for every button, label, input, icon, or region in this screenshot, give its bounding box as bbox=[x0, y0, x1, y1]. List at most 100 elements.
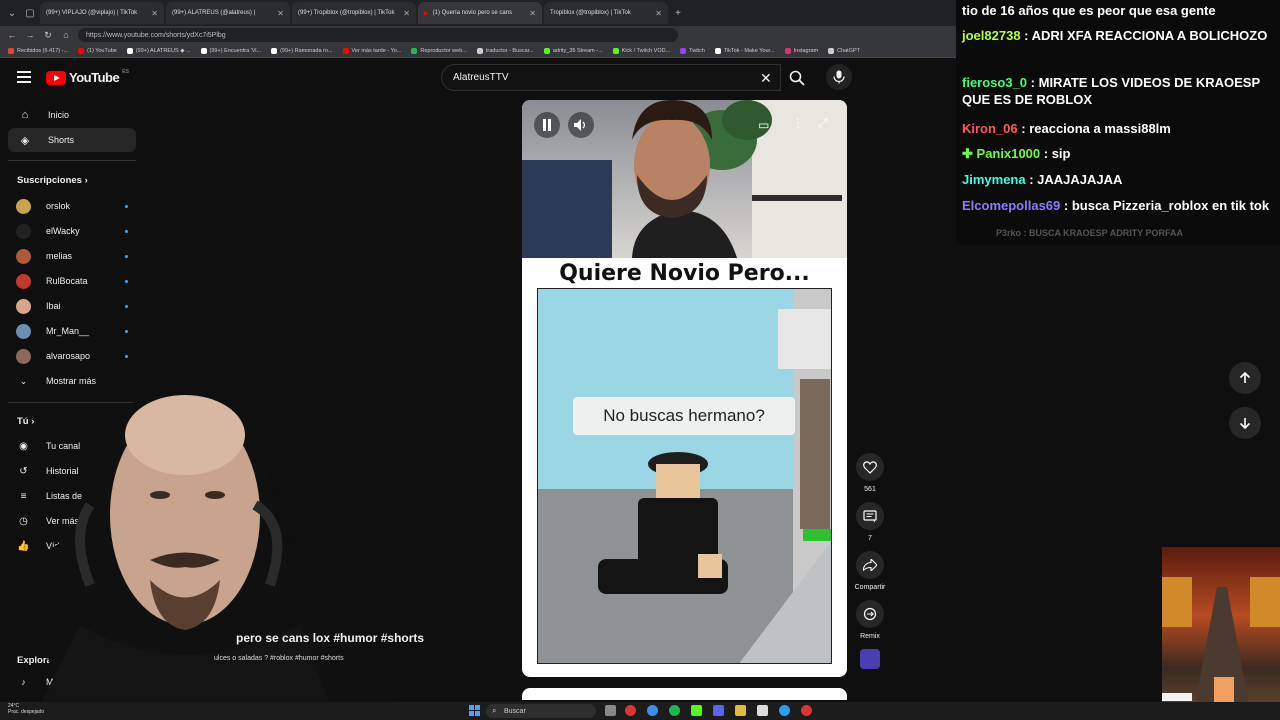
like-count: 561 bbox=[864, 486, 876, 493]
browser-tab-active[interactable]: ▶ (1) Quería novio pero se cans ✕ bbox=[418, 2, 542, 24]
pause-button[interactable] bbox=[534, 112, 560, 138]
browser-tab[interactable]: (99+) ALATREUS (@alatreus) | ✕ bbox=[166, 2, 290, 24]
chat-username: joel82738 bbox=[962, 28, 1021, 43]
url-field[interactable]: https://www.youtube.com/shorts/ydXc7i5Pl… bbox=[78, 28, 678, 42]
bookmark-item[interactable]: traductor - Buscar... bbox=[476, 47, 534, 54]
hamburger-menu-icon[interactable] bbox=[17, 71, 31, 83]
subscription-item[interactable]: melias bbox=[16, 246, 128, 266]
share-button[interactable] bbox=[856, 551, 884, 579]
more-options-icon[interactable]: ⋮ bbox=[792, 116, 804, 130]
chat-message-text: JAAJAJAJAA bbox=[1037, 172, 1123, 187]
obs-icon[interactable] bbox=[801, 705, 812, 716]
bookmark-item[interactable]: (99+) ALATREUS ◆ ... bbox=[126, 47, 191, 54]
forward-icon[interactable]: → bbox=[24, 30, 36, 40]
shorts-player[interactable]: ▭ ⋮ ⤢ Quiere Novio Pero... No buscas her… bbox=[522, 100, 847, 677]
browser-tab[interactable]: (99+) Tropiblox (@tropiblox) | TikTok ✕ bbox=[292, 2, 416, 24]
comments-button[interactable] bbox=[856, 502, 884, 530]
microphone-icon bbox=[833, 70, 845, 84]
like-button[interactable] bbox=[856, 453, 884, 481]
bookmark-item[interactable]: adrity_35 Stream -... bbox=[543, 47, 603, 54]
discord-icon[interactable] bbox=[713, 705, 724, 716]
bookmark-favicon-icon bbox=[714, 47, 721, 54]
bookmark-favicon-icon bbox=[680, 47, 687, 54]
bookmark-item[interactable]: Reproductor web... bbox=[411, 47, 467, 54]
search-button[interactable] bbox=[782, 64, 812, 91]
youtube-logo[interactable]: YouTube ES bbox=[46, 68, 129, 85]
next-short-button[interactable] bbox=[1229, 407, 1261, 439]
bookmark-favicon-icon bbox=[78, 47, 85, 54]
spotify-icon[interactable] bbox=[669, 705, 680, 716]
next-short-preview[interactable] bbox=[522, 688, 847, 700]
bookmark-item[interactable]: (99+) Encuentra 'Vi... bbox=[200, 47, 261, 54]
chat-username: fieroso3_0 bbox=[962, 75, 1028, 90]
clear-search-icon[interactable]: ✕ bbox=[760, 70, 772, 87]
close-icon[interactable]: ✕ bbox=[655, 9, 662, 18]
home-icon: ⌂ bbox=[21, 109, 29, 121]
fullscreen-icon[interactable]: ⤢ bbox=[818, 116, 828, 131]
taskbar-search[interactable]: ⌕ Buscar bbox=[486, 704, 596, 718]
bookmark-label: (99+) Ramonada ro... bbox=[280, 47, 333, 54]
subscription-label: RulBocata bbox=[46, 276, 88, 286]
short-description: ulces o saladas ? #roblox #humor #shorts bbox=[214, 655, 344, 662]
kick-icon[interactable] bbox=[691, 705, 702, 716]
bookmark-item[interactable]: (99+) Ramonada ro... bbox=[271, 47, 333, 54]
browser-tab[interactable]: (99+) VIPLAJO (@viplajo) | TikTok ✕ bbox=[40, 2, 164, 24]
task-view-icon[interactable] bbox=[605, 705, 616, 716]
captions-icon[interactable]: ▭ bbox=[758, 118, 769, 132]
reload-icon[interactable]: ↻ bbox=[42, 30, 54, 41]
back-icon[interactable]: ← bbox=[6, 30, 18, 40]
bookmark-label: traductor - Buscar... bbox=[485, 47, 534, 54]
subscription-item[interactable]: elWacky bbox=[16, 221, 128, 241]
tab-list-icon[interactable]: ⌄ bbox=[4, 5, 20, 21]
avatar bbox=[16, 198, 31, 214]
bookmark-favicon-icon bbox=[200, 47, 207, 54]
new-tab-icon[interactable]: + bbox=[670, 5, 686, 21]
close-icon[interactable]: ✕ bbox=[529, 9, 536, 18]
bookmark-item[interactable]: ChatGPT bbox=[828, 47, 860, 54]
bookmark-item[interactable]: (1) YouTube bbox=[78, 47, 117, 54]
subscription-label: alvarosapo bbox=[46, 351, 91, 361]
search-input[interactable]: AlatreusTTV bbox=[441, 64, 781, 91]
subscription-item[interactable]: orslok bbox=[16, 196, 128, 216]
logo-country-code: ES bbox=[122, 68, 129, 75]
sidebar-item-shorts[interactable]: ◈ Shorts bbox=[8, 128, 136, 152]
browser-tab[interactable]: Tropiblox (@tropiblox) | TikTok ✕ bbox=[544, 2, 668, 24]
short-title[interactable]: pero se cans lox #humor #shorts bbox=[236, 631, 424, 645]
folder-icon[interactable] bbox=[735, 705, 746, 716]
bookmark-item[interactable]: TikTok - Make Your... bbox=[714, 47, 775, 54]
bookmark-item[interactable]: Ver más tarde - Yo... bbox=[342, 47, 401, 54]
edge-icon[interactable] bbox=[779, 705, 790, 716]
chrome-icon[interactable] bbox=[647, 705, 658, 716]
bookmark-label: Instagram bbox=[793, 47, 819, 54]
subscription-item[interactable]: Ibai bbox=[16, 296, 128, 316]
subscription-item[interactable]: alvarosapo bbox=[16, 346, 128, 366]
address-bar-row: ← → ↻ ⌂ https://www.youtube.com/shorts/y… bbox=[0, 26, 956, 44]
app-icon[interactable] bbox=[757, 705, 768, 716]
bookmark-item[interactable]: Instagram bbox=[784, 47, 819, 54]
bookmark-item[interactable]: Kick / Twitch VOD... bbox=[612, 47, 670, 54]
subscription-item[interactable]: Mr_Man__ bbox=[16, 321, 128, 341]
subscription-item[interactable]: RulBocata bbox=[16, 271, 128, 291]
chat-username: Elcomepollas69 bbox=[962, 198, 1061, 213]
search-icon bbox=[789, 70, 805, 86]
chat-username: Kiron_06 bbox=[962, 121, 1018, 136]
subscriptions-heading[interactable]: Suscripciones › bbox=[17, 175, 88, 186]
sound-thumbnail[interactable] bbox=[860, 649, 880, 669]
volume-button[interactable] bbox=[568, 112, 594, 138]
close-icon[interactable]: ✕ bbox=[151, 9, 158, 18]
weather-widget[interactable]: 24°C Prac. despejado bbox=[8, 703, 44, 715]
remix-icon bbox=[863, 607, 877, 621]
voice-search-button[interactable] bbox=[826, 64, 852, 90]
opera-icon[interactable] bbox=[625, 705, 636, 716]
close-icon[interactable]: ✕ bbox=[277, 9, 284, 18]
close-icon[interactable]: ✕ bbox=[403, 9, 410, 18]
previous-short-button[interactable] bbox=[1229, 362, 1261, 394]
windows-start-icon[interactable] bbox=[469, 705, 480, 716]
home-browser-icon[interactable]: ⌂ bbox=[60, 30, 72, 40]
bookmark-item[interactable]: Twitch bbox=[680, 47, 705, 54]
tab-actions-icon[interactable]: ▢ bbox=[22, 5, 38, 21]
remix-button[interactable] bbox=[856, 600, 884, 628]
bookmark-item[interactable]: Recibidos (6.417) -... bbox=[8, 47, 68, 54]
weather-desc: Prac. despejado bbox=[8, 709, 45, 715]
sidebar-item-inicio[interactable]: ⌂ Inicio bbox=[8, 103, 136, 127]
